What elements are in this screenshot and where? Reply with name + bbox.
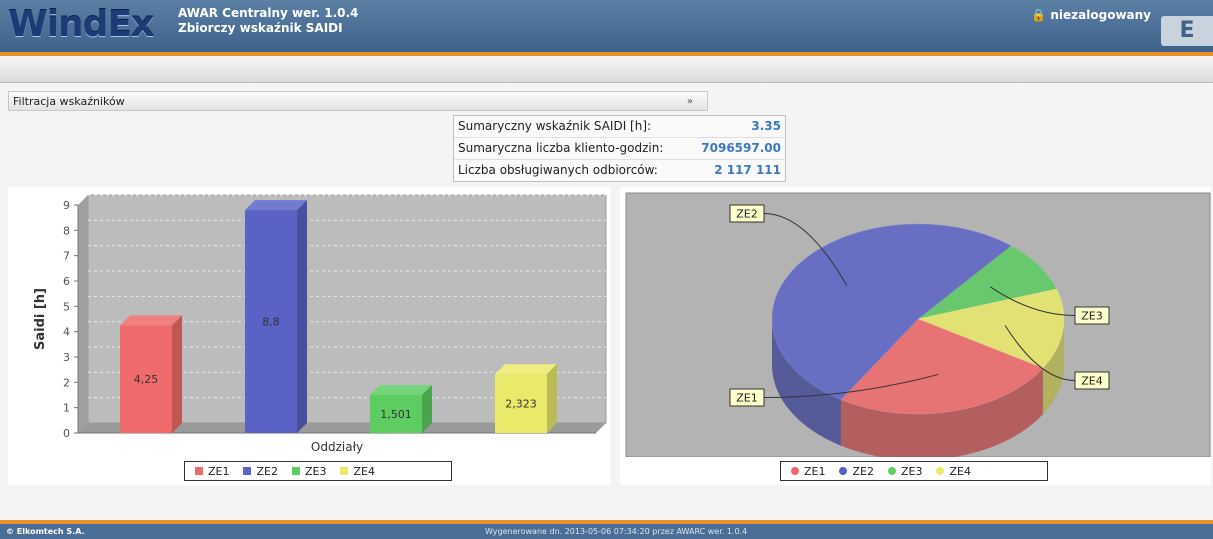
legend-label: ZE2 <box>852 465 874 478</box>
callout-label: ZE1 <box>736 392 757 405</box>
y-tick-label: 8 <box>63 224 70 237</box>
bar-top <box>495 364 557 375</box>
bar-top <box>245 200 307 211</box>
y-tick-label: 2 <box>63 376 70 389</box>
bar-side <box>547 364 557 433</box>
callout-label: ZE3 <box>1081 310 1102 323</box>
data-label: 4,25 <box>134 373 159 386</box>
legend-item-ze3: ZE3 <box>887 462 923 480</box>
y-tick-label: 1 <box>63 402 70 415</box>
legend-swatch <box>839 467 848 475</box>
plot-left-wall <box>78 195 88 433</box>
summary-row: Liczba obsługiwanych odbiorców: 2 117 11… <box>454 160 785 181</box>
filter-label: Filtracja wskaźników <box>13 95 125 108</box>
user-status[interactable]: 🔒 niezalogowany <box>1031 8 1151 22</box>
user-name: niezalogowany <box>1050 8 1151 22</box>
legend-label: ZE4 <box>949 465 971 478</box>
pie-chart-panel: ZE3 ZE4 ZE1 ZE2 ZE1 ZE2 ZE3 ZE4 <box>620 187 1211 485</box>
expand-icon[interactable]: » <box>687 92 693 112</box>
toolbar <box>0 56 1213 83</box>
legend-swatch <box>340 467 349 475</box>
legend-label: ZE4 <box>353 465 375 478</box>
callout-label: ZE2 <box>736 208 757 221</box>
legend-item-ze2: ZE2 <box>839 462 874 480</box>
windex-logo: WindEx <box>8 4 154 45</box>
y-tick-label: 7 <box>63 250 70 263</box>
data-label: 8,8 <box>262 316 280 329</box>
y-axis-label: Saidi [h] <box>33 288 48 350</box>
bar-chart-legend: ZE1 ZE2 ZE3 ZE4 <box>184 461 452 481</box>
legend-label: ZE3 <box>900 465 923 478</box>
legend-label: ZE2 <box>256 465 278 478</box>
app-header: WindEx AWAR Centralny wer. 1.0.4 Zbiorcz… <box>0 0 1213 56</box>
summary-table: Sumaryczny wskaźnik SAIDI [h]: 3.35 Suma… <box>453 115 786 182</box>
page-title: Zbiorczy wskaźnik SAIDI <box>178 21 343 35</box>
legend-swatch <box>291 467 300 475</box>
data-label: 2,323 <box>505 398 537 411</box>
legend-swatch <box>791 467 799 475</box>
summary-row: Sumaryczny wskaźnik SAIDI [h]: 3.35 <box>454 116 785 138</box>
bar-top <box>120 315 182 326</box>
legend-item-ze3: ZE3 <box>291 462 327 480</box>
app-title: AWAR Centralny wer. 1.0.4 Zbiorczy wskaź… <box>178 6 358 36</box>
legend-label: ZE3 <box>304 465 327 478</box>
y-tick-label: 9 <box>63 199 70 212</box>
footer: © Elkomtech S.A. Wygenerowane dn. 2013-0… <box>0 520 1213 539</box>
summary-label: Liczba obsługiwanych odbiorców: <box>458 163 658 177</box>
app-version: AWAR Centralny wer. 1.0.4 <box>178 6 359 20</box>
legend-label: ZE1 <box>804 465 826 478</box>
pie-chart: ZE3 ZE4 ZE1 ZE2 <box>625 192 1211 460</box>
bar-top <box>370 384 432 395</box>
legend-item-ze1: ZE1 <box>195 462 229 480</box>
company-logo-icon: E <box>1161 16 1213 46</box>
y-tick-label: 6 <box>63 275 70 288</box>
legend-item-ze4: ZE4 <box>936 462 971 480</box>
generated-info: Wygenerowane dn. 2013-05-06 07:34:20 prz… <box>485 527 748 536</box>
bar-side <box>297 200 307 433</box>
summary-label: Sumaryczny wskaźnik SAIDI [h]: <box>458 119 652 133</box>
bar-side <box>172 315 182 433</box>
legend-item-ze1: ZE1 <box>791 462 825 480</box>
summary-label: Sumaryczna liczba kliento-godzin: <box>458 141 664 155</box>
pie-chart-legend: ZE1 ZE2 ZE3 ZE4 <box>780 461 1048 481</box>
legend-swatch <box>195 467 203 475</box>
summary-row: Sumaryczna liczba kliento-godzin: 709659… <box>454 138 785 160</box>
copyright: © Elkomtech S.A. <box>6 527 85 536</box>
y-tick-label: 0 <box>63 427 70 440</box>
bar-chart-panel: 0 1 2 3 4 5 6 7 8 9 4,25 8,8 1,501 2,323 Oddziały Saidi… <box>8 187 610 485</box>
legend-swatch <box>243 467 252 475</box>
lock-icon: 🔒 <box>1031 8 1047 22</box>
y-tick-label: 3 <box>63 351 70 364</box>
summary-value: 3.35 <box>751 119 781 133</box>
filter-panel-toggle[interactable]: Filtracja wskaźników » <box>8 91 708 111</box>
data-label: 1,501 <box>380 408 412 421</box>
legend-item-ze2: ZE2 <box>243 462 278 480</box>
legend-swatch <box>887 467 896 475</box>
summary-value: 2 117 111 <box>714 163 781 177</box>
legend-label: ZE1 <box>208 465 230 478</box>
y-tick-label: 4 <box>63 326 70 339</box>
legend-item-ze4: ZE4 <box>340 462 375 480</box>
legend-swatch <box>936 467 945 475</box>
callout-label: ZE4 <box>1081 375 1102 388</box>
y-tick-label: 5 <box>63 300 70 313</box>
bar-chart: 0 1 2 3 4 5 6 7 8 9 4,25 8,8 1,501 2,323 Oddziały Saidi… <box>33 194 607 454</box>
summary-value: 7096597.00 <box>701 141 781 155</box>
x-axis-label: Oddziały <box>311 440 363 454</box>
